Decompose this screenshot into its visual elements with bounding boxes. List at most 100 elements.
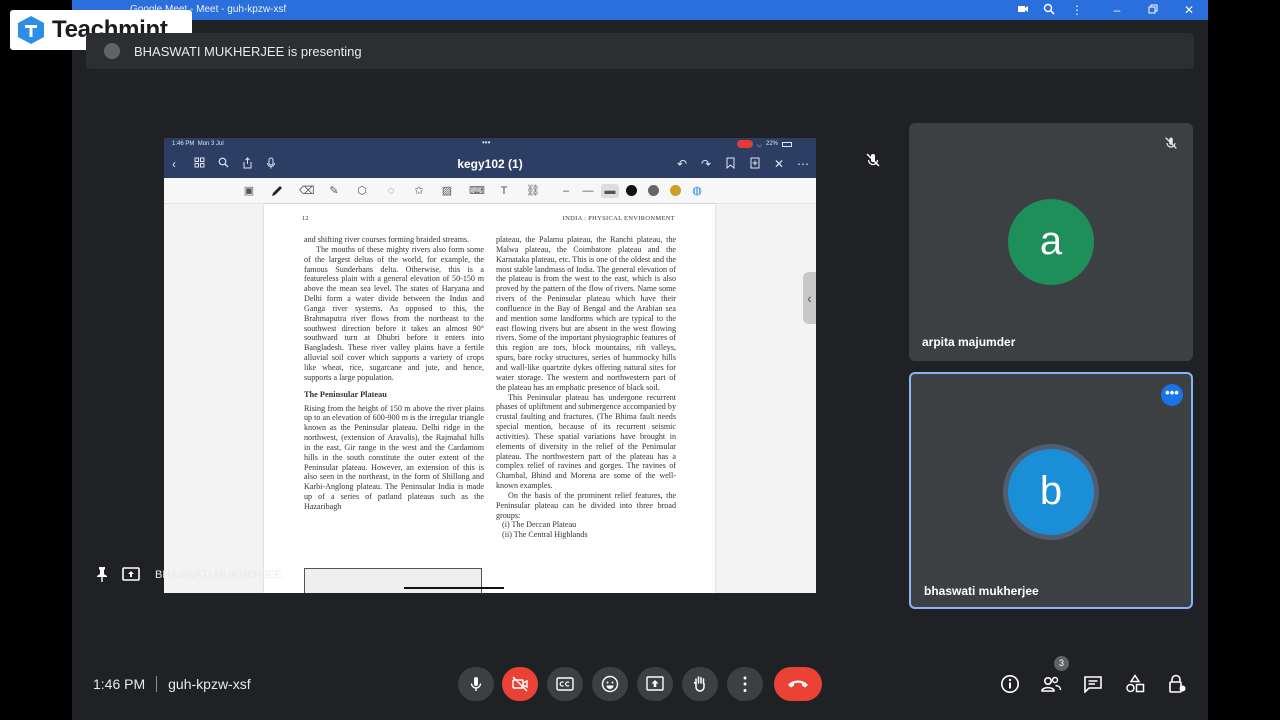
keyboard-tool-icon[interactable]: ⌨ [469, 184, 485, 198]
chat-button[interactable] [1082, 673, 1104, 695]
participant-count-badge: 3 [1054, 656, 1069, 671]
text-tool-icon[interactable]: T [497, 184, 511, 198]
black-color-swatch[interactable] [626, 185, 637, 196]
participant-name: bhaswati mukherjee [924, 584, 1039, 598]
list-item: (ii) The Central Highlands [502, 530, 588, 540]
browser-menu-icon[interactable]: ⋮ [1070, 3, 1084, 17]
people-icon [1041, 676, 1062, 692]
image-scan-tool-icon[interactable]: ▣ [242, 184, 256, 198]
teachmint-logo-icon [18, 16, 44, 44]
captions-icon [556, 677, 574, 691]
status-time-date: 1:46 PM Mon 3 Jul [172, 141, 224, 147]
pen-tool-icon[interactable] [270, 184, 284, 198]
image-tool-icon[interactable]: ▨ [440, 184, 454, 198]
battery-level: 22% [765, 141, 778, 147]
emoji-icon [601, 675, 619, 693]
screen-share-icon[interactable] [122, 566, 140, 584]
present-icon [646, 676, 664, 691]
microphone-icon [470, 677, 482, 691]
people-button[interactable] [1040, 673, 1062, 695]
multitask-dots: ••• [482, 138, 491, 147]
paragraph: This Peninsular plateau has undergone re… [496, 392, 676, 491]
paragraph: plateau, the Palamu plateau, the Ranchi … [496, 235, 676, 392]
paragraph: On the basis of the prominent relief fea… [496, 490, 676, 520]
mic-off-icon [1163, 135, 1181, 153]
lasso-tool-icon[interactable]: ◌ [384, 184, 398, 198]
link-tool-icon[interactable]: ⛓ [526, 184, 540, 198]
participant-tile[interactable]: ••• b bhaswati mukherjee [909, 372, 1193, 609]
participant-name: arpita majumder [922, 335, 1016, 349]
info-icon [1001, 675, 1019, 693]
right-text-column: plateau, the Palamu plateau, the Ranchi … [496, 235, 676, 540]
redo-icon[interactable]: ↷ [701, 157, 711, 171]
eraser-tool-icon[interactable]: ⌫ [299, 184, 315, 198]
home-indicator [404, 587, 504, 589]
activities-icon [1126, 674, 1145, 693]
zoom-icon[interactable] [1042, 3, 1056, 17]
host-lock-icon [1169, 674, 1186, 693]
reactions-button[interactable] [592, 667, 628, 701]
ipad-status-bar: 1:46 PM Mon 3 Jul ••• ◡ 22% [164, 138, 816, 150]
activities-button[interactable] [1124, 673, 1146, 695]
shared-screen: 1:46 PM Mon 3 Jul ••• ◡ 22% ‹ kegy102 (1… [164, 138, 816, 593]
camera-off-icon [512, 676, 528, 692]
color-picker-icon[interactable]: ◍ [690, 184, 704, 198]
sidebar-collapse-handle[interactable]: ‹ [803, 272, 816, 324]
gold-color-swatch[interactable] [670, 185, 681, 196]
medium-stroke-icon[interactable]: — [581, 184, 595, 198]
thin-stroke-icon[interactable]: – [559, 184, 573, 198]
page-number: 12 [302, 215, 309, 222]
stamp-tool-icon[interactable]: ✩ [412, 184, 426, 198]
document-page: 12 INDIA : PHYSICAL ENVIRONMENT and shif… [264, 204, 715, 593]
mic-off-icon [864, 151, 882, 169]
participant-tile[interactable]: a arpita majumder [909, 123, 1193, 361]
divider [156, 676, 158, 692]
left-text-column: and shifting river courses forming braid… [304, 235, 484, 512]
document-title[interactable]: kegy102 (1) [164, 157, 816, 171]
paragraph: The mouths of these mighty rivers also f… [304, 244, 484, 382]
avatar: b [1008, 449, 1094, 535]
present-screen-button[interactable] [637, 667, 673, 701]
section-heading: The Peninsular Plateau [304, 389, 387, 399]
bookmark-icon[interactable] [726, 157, 735, 172]
shapes-tool-icon[interactable]: ⬡ [355, 184, 369, 198]
annotation-toolbar: ▣ ⌫ ✎ ⬡ ◌ ✩ ▨ ⌨ T ⛓ – — ▬ ◍ [164, 178, 816, 204]
presenting-text: BHASWATI MUKHERJEE is presenting [134, 44, 362, 59]
meeting-info-button[interactable] [999, 673, 1021, 695]
presenter-avatar [104, 43, 120, 59]
meeting-details: 1:46 PM guh-kpzw-xsf [93, 676, 251, 692]
raise-hand-button[interactable] [682, 667, 718, 701]
paragraph: Rising from the height of 150 m above th… [304, 403, 484, 511]
more-options-icon[interactable]: ••• [1161, 384, 1183, 406]
gray-color-swatch[interactable] [648, 185, 659, 196]
undo-icon[interactable]: ↶ [677, 157, 687, 171]
captions-button[interactable] [547, 667, 583, 701]
more-vert-icon: ⋮ [736, 673, 754, 694]
highlighter-tool-icon[interactable]: ✎ [327, 184, 341, 198]
microphone-button[interactable] [458, 667, 494, 701]
restore-icon[interactable] [1146, 3, 1160, 17]
meeting-code: guh-kpzw-xsf [168, 676, 251, 692]
minimize-icon[interactable]: – [1110, 3, 1124, 17]
paragraph: and shifting river courses forming braid… [304, 235, 470, 244]
close-document-icon[interactable]: ✕ [774, 157, 784, 171]
camera-icon[interactable] [1016, 3, 1030, 17]
battery-icon [782, 141, 792, 147]
leave-call-button[interactable] [774, 667, 822, 701]
wifi-icon: ◡ [756, 141, 762, 148]
close-window-icon[interactable]: ✕ [1182, 3, 1196, 17]
hand-icon [693, 676, 705, 692]
add-page-icon[interactable] [750, 157, 760, 172]
thick-stroke-icon[interactable]: ▬ [601, 184, 619, 198]
host-controls-button[interactable] [1166, 673, 1188, 695]
more-icon[interactable]: ⋯ [797, 157, 809, 171]
camera-off-button[interactable] [502, 667, 538, 701]
presenting-banner: BHASWATI MUKHERJEE is presenting [86, 33, 1194, 69]
end-call-icon [788, 680, 808, 688]
avatar: a [1008, 199, 1094, 285]
more-options-button[interactable]: ⋮ [727, 667, 763, 701]
chat-icon [1084, 676, 1102, 693]
running-head: INDIA : PHYSICAL ENVIRONMENT [562, 215, 675, 222]
presenter-name: BHASWATI MUKHERJEE [155, 569, 283, 581]
pin-icon[interactable] [96, 566, 110, 584]
